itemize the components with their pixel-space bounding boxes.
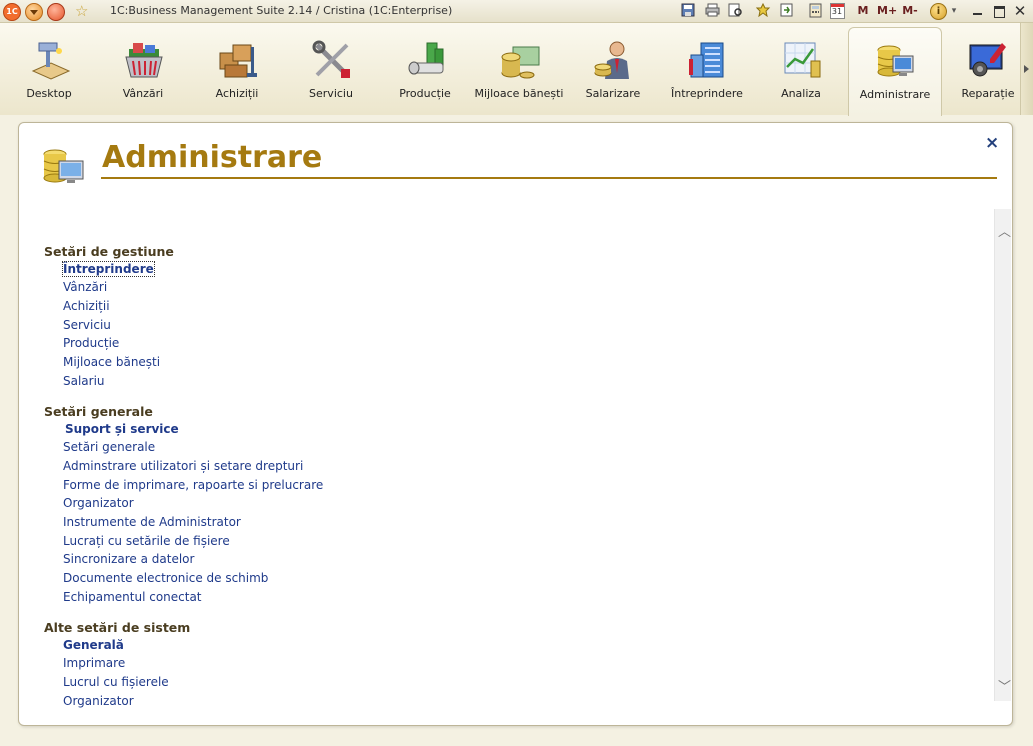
link-edi[interactable]: Documente electronice de schimb [63,571,268,585]
section-label: Producție [399,87,451,100]
link-printing[interactable]: Imprimare [63,656,125,670]
repair-monitor-icon [969,43,1006,77]
administration-db-icon [43,149,84,183]
enterprise-building-icon [689,42,724,78]
save-icon[interactable] [680,3,696,19]
link-sales[interactable]: Vânzări [63,280,107,294]
app-logo-icon[interactable]: 1C [3,3,21,21]
link-icon[interactable] [779,3,795,19]
link-money[interactable]: Mijloace bănești [63,355,160,369]
section-label: Achiziții [215,87,259,100]
window-title: 1C:Business Management Suite 2.14 / Cris… [110,4,453,17]
title-bar: 1C ☆ 1C:Business Management Suite 2.14 /… [0,0,1033,23]
link-general[interactable]: Generală [63,638,124,652]
link-print-forms[interactable]: Forme de imprimare, rapoarte si prelucra… [63,478,323,492]
vertical-scrollbar[interactable]: ︿ ﹀ [994,209,1011,701]
scroll-down-icon[interactable]: ﹀ [998,676,1011,695]
print-icon[interactable] [704,3,720,19]
section-label: Administrare [859,88,931,101]
section-label: Mijloace bănești [474,87,564,100]
link-data-sync[interactable]: Sincronizare a datelor [63,552,194,566]
group-title-system: Alte setări de sistem [44,620,191,635]
link-purchases[interactable]: Achiziții [63,299,110,313]
section-purchases[interactable]: Achiziții [191,27,283,115]
link-general-settings[interactable]: Setări generale [63,440,155,454]
minimize-icon[interactable] [970,3,984,19]
page-title: Administrare [102,140,323,175]
close-icon[interactable]: × [985,133,999,153]
info-icon[interactable]: i [930,3,947,20]
section-label: Desktop [26,87,72,100]
link-user-admin[interactable]: Adminstrare utilizatori și setare dreptu… [63,459,303,473]
section-label: Vânzări [122,87,164,100]
group-title-general: Setări generale [44,404,153,419]
sales-basket-icon [125,43,163,78]
purchases-boxes-icon [219,44,257,78]
administration-panel: Administrare × ︿ ﹀ Setări de gestiune În… [18,122,1013,726]
desktop-icon [31,42,71,80]
analysis-chart-icon [784,42,821,78]
calendar-day: 31 [831,7,843,16]
section-payroll[interactable]: Salarizare [567,27,659,115]
link-admin-tools[interactable]: Instrumente de Administrator [63,515,241,529]
administration-db-icon [877,45,914,77]
print-preview-icon[interactable] [727,3,743,19]
scroll-up-icon[interactable]: ︿ [998,221,1011,240]
info-dropdown-icon[interactable]: ▾ [949,3,959,19]
section-sales[interactable]: Vânzări [97,27,189,115]
memory-m-button[interactable]: M [856,3,870,19]
link-file-work[interactable]: Lucrul cu fișierele [63,675,169,689]
close-window-icon[interactable]: ✕ [1013,3,1027,19]
favorites-star-icon[interactable]: ☆ [75,2,88,20]
memory-minus-button[interactable]: M- [900,3,920,19]
link-organizer-system[interactable]: Organizator [63,694,134,708]
section-administration[interactable]: Administrare [848,27,942,116]
section-label: Salarizare [585,87,641,100]
section-enterprise[interactable]: Întreprindere [661,27,753,115]
navigation-icon[interactable] [47,3,65,21]
link-file-settings[interactable]: Lucrați cu setările de fișiere [63,534,230,548]
link-salary[interactable]: Salariu [63,374,105,388]
maximize-icon[interactable] [992,3,1006,19]
section-label: Analiza [781,87,821,100]
calendar-icon[interactable]: 31 [829,3,845,19]
title-divider [101,177,997,179]
section-analysis[interactable]: Analiza [755,27,847,115]
section-service[interactable]: Serviciu [285,27,377,115]
link-service[interactable]: Serviciu [63,318,111,332]
production-icon [408,42,444,75]
section-money[interactable]: Mijloace bănești [473,27,565,115]
link-production[interactable]: Producție [63,336,119,350]
payroll-person-icon [594,41,629,79]
group-title-management: Setări de gestiune [44,244,174,259]
section-desktop[interactable]: Desktop [3,27,95,115]
section-label: Serviciu [309,87,353,100]
section-label: Întreprindere [671,87,743,100]
add-favorite-icon[interactable] [755,2,771,19]
link-connected-equipment[interactable]: Echipamentul conectat [63,590,202,604]
service-tools-icon [312,40,350,78]
link-organizer[interactable]: Organizator [63,496,134,510]
calculator-icon[interactable] [807,3,823,19]
sections-panel: Desktop Vânzări Achiziții Serviciu Produ… [0,23,1033,116]
link-support-service[interactable]: Suport și service [65,422,179,436]
sections-scroll-right-button[interactable] [1020,23,1033,115]
link-enterprise[interactable]: Întreprindere [62,261,155,277]
main-menu-icon[interactable] [25,3,43,21]
memory-plus-button[interactable]: M+ [877,3,897,19]
section-production[interactable]: Producție [379,27,471,115]
money-coins-icon [501,46,540,79]
